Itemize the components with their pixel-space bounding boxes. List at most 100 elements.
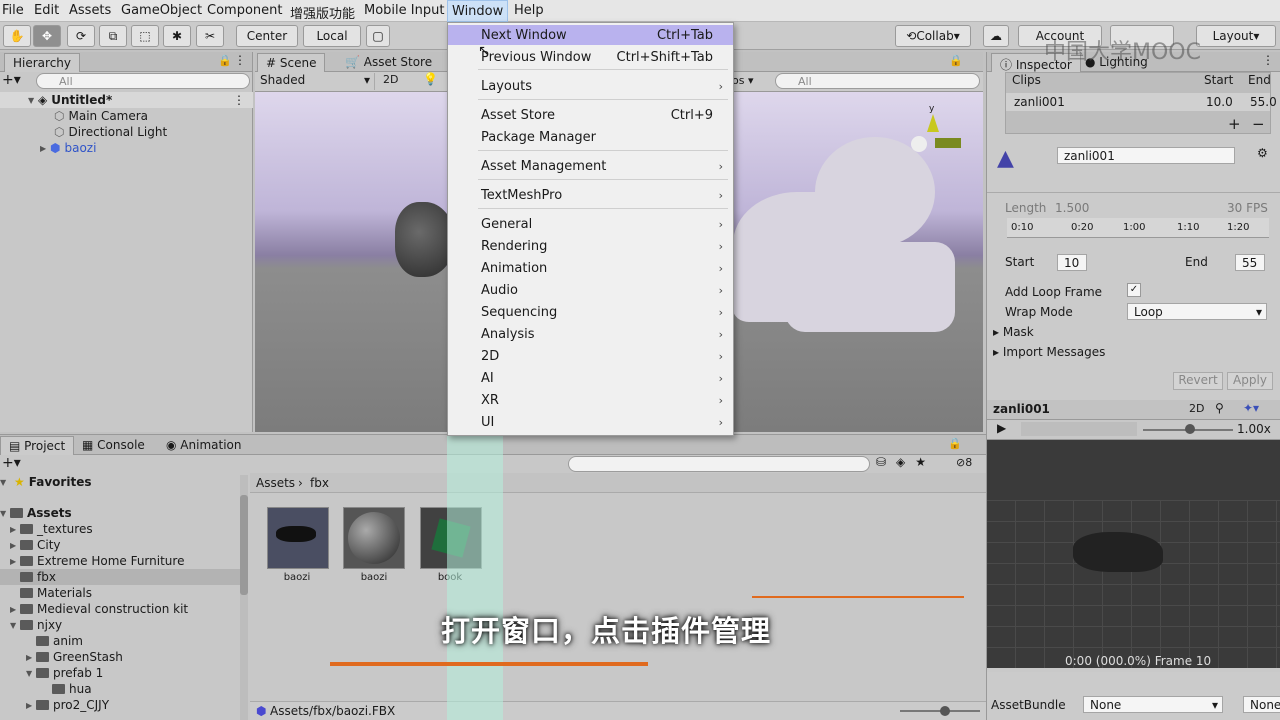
folder-row[interactable]: Materials [0, 585, 240, 601]
icon-size-slider-thumb[interactable] [940, 706, 950, 716]
menu-item-xr[interactable]: XR › [448, 390, 733, 410]
lock-icon[interactable]: 🔒 [218, 54, 232, 67]
menu-enhanced[interactable]: 增强版功能 [290, 3, 355, 22]
transform-tool-icon[interactable]: ✱ [163, 25, 191, 47]
menu-dots-icon[interactable]: ⋮ [233, 93, 245, 107]
folder-row-selected[interactable]: fbx [0, 569, 240, 585]
custom-tool-icon[interactable]: ✂ [196, 25, 224, 47]
end-frame-field[interactable]: 55 [1235, 254, 1265, 271]
menu-item-audio[interactable]: Audio › [448, 280, 733, 300]
asset-thumbnail[interactable] [343, 507, 405, 569]
menu-file[interactable]: File [2, 3, 24, 18]
clip-name-field[interactable]: zanli001 [1057, 147, 1235, 164]
assets-root-row[interactable]: ▼ Assets [0, 505, 240, 521]
menu-item-asset-store[interactable]: Asset Store Ctrl+9 [448, 105, 733, 125]
timeline-ruler[interactable]: 0:10 0:20 1:00 1:10 1:20 [1007, 218, 1269, 238]
add-clip-button[interactable]: + [1228, 115, 1241, 133]
folder-row[interactable]: ▶ City [0, 537, 240, 553]
play-button[interactable]: ▶ [997, 421, 1006, 435]
preview-2d-button[interactable]: 2D [1189, 402, 1204, 415]
hierarchy-item[interactable]: ⬡ Main Camera [0, 108, 253, 124]
menu-window[interactable]: Window [447, 0, 509, 22]
folder-row[interactable]: ▼ prefab 1 [0, 665, 240, 681]
avatar-icon[interactable]: ✦▾ [1243, 401, 1259, 415]
lock-icon[interactable]: 🔒 [948, 437, 962, 450]
tab-project[interactable]: ▤ Project [0, 436, 75, 455]
tab-asset-store[interactable]: 🛒 Asset Store [337, 53, 440, 72]
folder-row[interactable]: hua [0, 681, 240, 697]
menu-item-previous-window[interactable]: Previous Window Ctrl+Shift+Tab [448, 47, 733, 67]
layout-button[interactable]: Layout ▾ [1196, 25, 1276, 47]
create-dropdown[interactable]: +▾ [2, 72, 21, 88]
menu-item-ai[interactable]: AI › [448, 368, 733, 388]
wrap-mode-dropdown[interactable]: Loop ▾ [1127, 303, 1267, 320]
folder-row[interactable]: anim [0, 633, 240, 649]
menu-help[interactable]: Help [514, 3, 544, 18]
hierarchy-item[interactable]: ⬡ Directional Light [0, 124, 253, 140]
breadcrumb-assets[interactable]: Assets [256, 476, 295, 490]
scene-search-input[interactable]: All [775, 73, 980, 89]
project-search-input[interactable] [568, 456, 870, 472]
assetbundle-dropdown[interactable]: None ▾ [1083, 696, 1223, 713]
scene-row[interactable]: ▼ ◈ Untitled* ⋮ [0, 92, 253, 108]
pivot-icon[interactable]: ⚲ [1215, 401, 1224, 415]
menu-edit[interactable]: Edit [34, 3, 59, 18]
folder-row[interactable]: ▼ njxy [0, 617, 240, 633]
hand-tool-icon[interactable]: ✋ [3, 25, 31, 47]
breadcrumb-fbx[interactable]: fbx [310, 476, 329, 490]
preview-timeline[interactable] [1021, 422, 1137, 436]
loop-frame-checkbox[interactable]: ✓ [1127, 283, 1141, 297]
pivot-center-button[interactable]: Center [236, 25, 298, 47]
scene-orientation-gizmo[interactable]: y [907, 104, 961, 174]
folder-row[interactable]: ▶ _textures [0, 521, 240, 537]
favorites-row[interactable]: ▼ ★ Favorites [0, 474, 240, 490]
gizmos-dropdown[interactable]: os ▾ [732, 74, 754, 87]
tab-hierarchy[interactable]: Hierarchy [4, 53, 81, 72]
menu-mobile-input[interactable]: Mobile Input [364, 3, 444, 18]
move-tool-icon[interactable]: ✥ [33, 25, 61, 47]
menu-item-ui[interactable]: UI › [448, 412, 733, 432]
folder-row[interactable]: ▶ Extreme Home Furniture [0, 553, 240, 569]
hierarchy-item[interactable]: ▶ ⬢ baozi [0, 140, 253, 156]
rect-tool-icon[interactable]: ⬚ [131, 25, 159, 47]
tab-animation[interactable]: ◉ Animation [158, 436, 249, 455]
speed-slider-thumb[interactable] [1185, 424, 1195, 434]
menu-item-general[interactable]: General › [448, 214, 733, 234]
menu-item-2d[interactable]: 2D › [448, 346, 733, 366]
folder-row[interactable]: ▶ Medieval construction kit [0, 601, 240, 617]
revert-button[interactable]: Revert [1173, 372, 1223, 390]
start-frame-field[interactable]: 10 [1057, 254, 1087, 271]
menu-item-animation[interactable]: Animation › [448, 258, 733, 278]
mode-2d-button[interactable]: 2D [383, 73, 407, 86]
create-dropdown[interactable]: +▾ [2, 455, 21, 471]
shading-dropdown[interactable]: Shaded ▾ [257, 73, 375, 90]
lighting-toggle-icon[interactable]: 💡 [423, 72, 438, 86]
tab-console[interactable]: ▦ Console [74, 436, 153, 455]
apply-button[interactable]: Apply [1227, 372, 1273, 390]
mask-foldout[interactable]: ▸ Mask [993, 325, 1034, 339]
gear-icon[interactable]: ⚙ [1257, 146, 1268, 160]
hierarchy-search-input[interactable]: All [36, 73, 250, 89]
rotate-tool-icon[interactable]: ⟳ [67, 25, 95, 47]
import-messages-foldout[interactable]: ▸ Import Messages [993, 345, 1105, 359]
variant-dropdown[interactable]: None [1243, 696, 1280, 713]
asset-thumbnail[interactable] [267, 507, 329, 569]
menu-item-next-window[interactable]: Next Window Ctrl+Tab [448, 25, 733, 45]
scale-tool-icon[interactable]: ⧉ [99, 25, 127, 47]
menu-item-layouts[interactable]: Layouts › [448, 76, 733, 96]
menu-item-sequencing[interactable]: Sequencing › [448, 302, 733, 322]
folder-row[interactable]: ▶ GreenStash [0, 649, 240, 665]
lock-icon[interactable]: 🔒 [949, 54, 963, 67]
menu-item-asset-management[interactable]: Asset Management › [448, 156, 733, 176]
menu-item-textmeshpro[interactable]: TextMeshPro › [448, 185, 733, 205]
leopard-model[interactable] [395, 202, 455, 277]
pivot-local-button[interactable]: Local [303, 25, 361, 47]
cloud-icon[interactable]: ☁ [983, 25, 1009, 47]
menu-item-analysis[interactable]: Analysis › [448, 324, 733, 344]
folder-row[interactable]: ▶ pro2_CJJY [0, 697, 240, 713]
menu-assets[interactable]: Assets [69, 3, 111, 18]
menu-component[interactable]: Component [207, 3, 282, 18]
tab-scene[interactable]: # Scene [257, 53, 326, 72]
scrollbar[interactable] [240, 475, 248, 720]
menu-dots-icon[interactable]: ⋮ [234, 53, 246, 67]
